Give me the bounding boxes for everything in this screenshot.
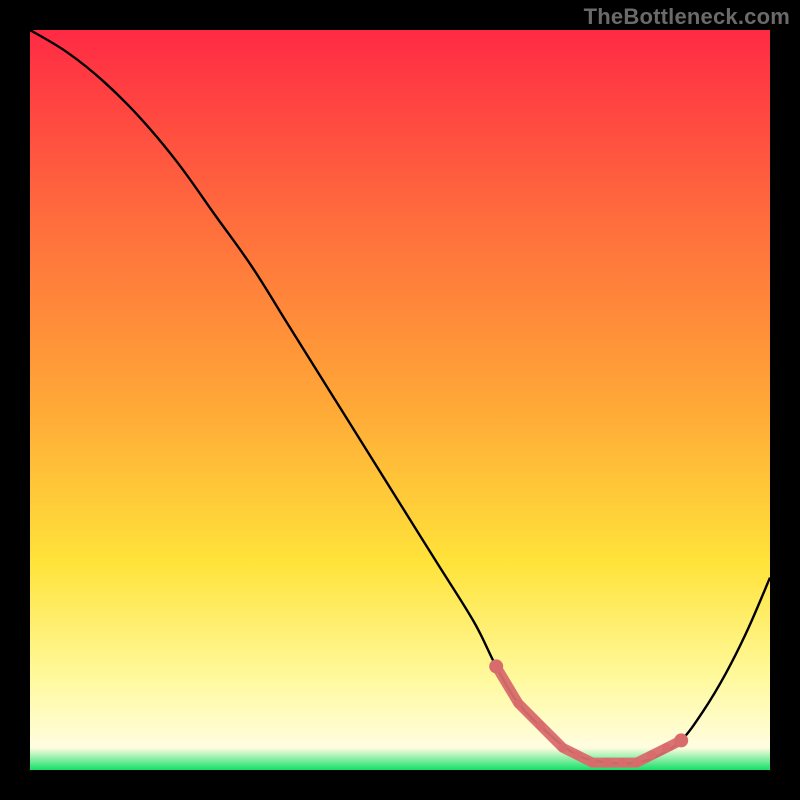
valley-dot xyxy=(603,758,612,767)
chart-frame: TheBottleneck.com xyxy=(0,0,800,800)
valley-dot xyxy=(573,751,582,760)
valley-floor-markers xyxy=(489,659,688,767)
curve-path xyxy=(30,30,770,764)
valley-dot xyxy=(662,743,671,752)
valley-connector xyxy=(496,666,681,762)
valley-dot xyxy=(558,743,567,752)
valley-dot xyxy=(647,751,656,760)
plot-area xyxy=(30,30,770,770)
valley-dot xyxy=(618,758,627,767)
valley-dot xyxy=(632,758,641,767)
valley-dot xyxy=(492,662,501,671)
watermark-text: TheBottleneck.com xyxy=(584,4,790,30)
valley-dot xyxy=(514,699,523,708)
valley-dot xyxy=(588,758,597,767)
bottleneck-curve xyxy=(30,30,770,770)
valley-dot xyxy=(677,736,686,745)
valley-dot xyxy=(536,721,545,730)
